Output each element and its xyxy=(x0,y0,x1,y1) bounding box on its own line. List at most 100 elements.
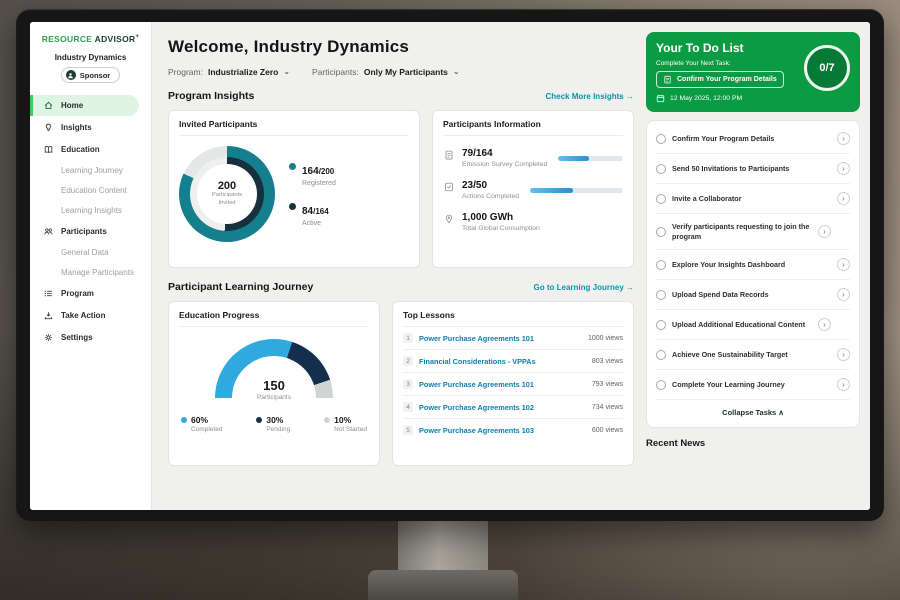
chevron-up-icon: ∧ xyxy=(778,408,784,417)
sidebar-item-general-data[interactable]: General Data xyxy=(30,243,151,262)
lesson-rank: 1 xyxy=(403,333,413,343)
sidebar-item-learning-insights[interactable]: Learning Insights xyxy=(30,201,151,220)
take-action-icon xyxy=(43,310,54,321)
sidebar-item-label: Settings xyxy=(61,333,93,342)
sidebar-item-label: Take Action xyxy=(61,311,105,320)
participants-filter-dropdown[interactable]: Participants: Only My Participants ⌄ xyxy=(312,67,460,77)
task-label: Verify participants requesting to join t… xyxy=(672,222,812,241)
sidebar-item-label: Learning Journey xyxy=(61,166,123,175)
gauge-center-label: Participants xyxy=(215,394,333,401)
filter-value: Only My Participants xyxy=(364,67,448,77)
task-checkbox[interactable] xyxy=(656,380,666,390)
lesson-rank: 5 xyxy=(403,425,413,435)
sidebar-item-label: Participants xyxy=(61,227,107,236)
sidebar-item-education[interactable]: Education xyxy=(30,139,151,160)
task-checkbox[interactable] xyxy=(656,320,666,330)
gauge-center: 150 Participants xyxy=(215,378,333,401)
task-checkbox[interactable] xyxy=(656,134,666,144)
task-row[interactable]: Achieve One Sustainability Target › xyxy=(656,340,850,370)
lesson-link[interactable]: Power Purchase Agreements 103 xyxy=(419,426,586,435)
settings-icon xyxy=(43,332,54,343)
chevron-right-icon[interactable]: › xyxy=(837,288,850,301)
legend-label: Not Started xyxy=(334,426,367,433)
lesson-link[interactable]: Power Purchase Agreements 102 xyxy=(419,403,586,412)
checklist-icon xyxy=(443,181,455,193)
task-checkbox[interactable] xyxy=(656,350,666,360)
logo-secondary: ADVISOR xyxy=(95,34,136,44)
link-label: Check More Insights xyxy=(546,92,624,101)
learning-journey-header: Participant Learning Journey Go to Learn… xyxy=(168,281,634,293)
check-more-insights-link[interactable]: Check More Insights → xyxy=(546,92,634,101)
task-row[interactable]: Complete Your Learning Journey › xyxy=(656,370,850,400)
page-title: Welcome, Industry Dynamics xyxy=(168,37,634,57)
lesson-link[interactable]: Power Purchase Agreements 101 xyxy=(419,334,582,343)
next-task-label: Confirm Your Program Details xyxy=(677,76,777,83)
task-row[interactable]: Verify participants requesting to join t… xyxy=(656,214,850,250)
task-row[interactable]: Upload Spend Data Records › xyxy=(656,280,850,310)
task-row[interactable]: Invite a Collaborator › xyxy=(656,184,850,214)
donut-center-label: Participants Invited xyxy=(205,192,249,207)
section-title: Program Insights xyxy=(168,90,254,102)
sidebar-item-home[interactable]: Home xyxy=(30,95,139,116)
lesson-rank: 4 xyxy=(403,402,413,412)
chevron-right-icon[interactable]: › xyxy=(837,258,850,271)
collapse-tasks-link[interactable]: Collapse Tasks ∧ xyxy=(656,400,850,424)
sidebar-item-insights[interactable]: Insights xyxy=(30,117,151,138)
lesson-row: 4 Power Purchase Agreements 102 734 view… xyxy=(403,396,623,419)
task-row[interactable]: Explore Your Insights Dashboard › xyxy=(656,250,850,280)
sidebar-item-manage-participants[interactable]: Manage Participants xyxy=(30,263,151,282)
lesson-link[interactable]: Financial Considerations - VPPAs xyxy=(419,357,586,366)
sidebar-item-label: Home xyxy=(61,101,83,110)
filter-label: Program: xyxy=(168,67,203,77)
task-checkbox[interactable] xyxy=(656,194,666,204)
task-row[interactable]: Confirm Your Program Details › xyxy=(656,124,850,154)
chevron-right-icon[interactable]: › xyxy=(818,225,831,238)
task-checkbox[interactable] xyxy=(656,260,666,270)
task-label: Confirm Your Program Details xyxy=(672,134,831,144)
chevron-right-icon[interactable]: › xyxy=(837,132,850,145)
sidebar-item-participants[interactable]: Participants xyxy=(30,221,151,242)
sidebar-item-learning-journey[interactable]: Learning Journey xyxy=(30,161,151,180)
program-insights-header: Program Insights Check More Insights → xyxy=(168,90,634,102)
task-checkbox[interactable] xyxy=(656,290,666,300)
stat-label: Actions Completed xyxy=(462,193,519,200)
program-filter-dropdown[interactable]: Program: Industrialize Zero ⌄ xyxy=(168,67,290,77)
lesson-views: 793 views xyxy=(592,381,623,388)
task-row[interactable]: Send 50 Invitations to Participants › xyxy=(656,154,850,184)
legend-total: /200 xyxy=(319,167,335,176)
todo-next-task[interactable]: Confirm Your Program Details xyxy=(656,71,784,88)
arrow-right-icon: → xyxy=(626,283,634,292)
sidebar-item-program[interactable]: Program xyxy=(30,283,151,304)
legend-value: 10% xyxy=(334,415,367,425)
sidebar-item-settings[interactable]: Settings xyxy=(30,327,151,348)
legend-dot xyxy=(256,417,262,423)
insights-icon xyxy=(43,122,54,133)
task-checkbox[interactable] xyxy=(656,227,666,237)
task-label: Achieve One Sustainability Target xyxy=(672,350,831,360)
chevron-right-icon[interactable]: › xyxy=(837,162,850,175)
section-title: Participant Learning Journey xyxy=(168,281,313,293)
legend-dot xyxy=(289,203,296,210)
task-checkbox[interactable] xyxy=(656,164,666,174)
monitor-stand-base xyxy=(368,570,518,600)
lesson-link[interactable]: Power Purchase Agreements 101 xyxy=(419,380,586,389)
invited-legend: 164/200 Registered 84/164 Active xyxy=(289,161,336,227)
stat-emission-survey: 79/164 Emission Survey Completed xyxy=(443,148,623,168)
go-to-learning-journey-link[interactable]: Go to Learning Journey → xyxy=(534,283,634,292)
chevron-right-icon[interactable]: › xyxy=(818,318,831,331)
legend-item-not-started: 10% Not Started xyxy=(324,415,367,433)
filter-value: Industrialize Zero xyxy=(208,67,278,77)
legend-item-registered: 164/200 Registered xyxy=(289,161,336,187)
chevron-right-icon[interactable]: › xyxy=(837,348,850,361)
task-row[interactable]: Upload Additional Educational Content › xyxy=(656,310,850,340)
invited-donut-center: 200 Participants Invited xyxy=(197,164,257,224)
chevron-right-icon[interactable]: › xyxy=(837,192,850,205)
chevron-right-icon[interactable]: › xyxy=(837,378,850,391)
sidebar-item-education-content[interactable]: Education Content xyxy=(30,181,151,200)
lesson-views: 600 views xyxy=(592,427,623,434)
stat-value: 79/164 xyxy=(462,148,547,159)
invited-participants-card: Invited Participants 200 Participants In… xyxy=(168,110,420,268)
sidebar-item-take-action[interactable]: Take Action xyxy=(30,305,151,326)
participants-information-card: Participants Information 79/164 Emission… xyxy=(432,110,634,268)
sidebar: RESOURCE ADVISOR+ Industry Dynamics Spon… xyxy=(30,22,152,510)
